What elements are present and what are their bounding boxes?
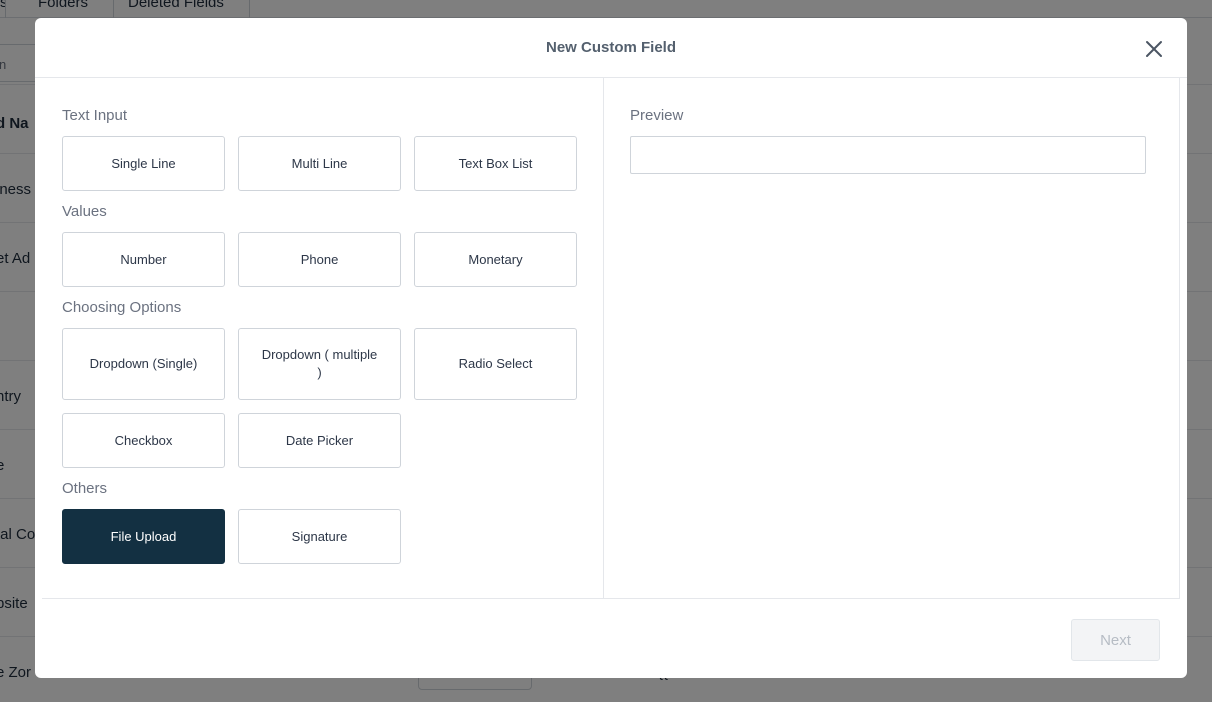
- section-label-text-input: Text Input: [62, 107, 128, 124]
- preview-label: Preview: [630, 107, 684, 124]
- option-multi-line[interactable]: Multi Line: [238, 136, 401, 191]
- option-dropdown-multiple[interactable]: Dropdown ( multiple ): [238, 328, 401, 400]
- option-dropdown-single[interactable]: Dropdown (Single): [62, 328, 225, 400]
- close-button[interactable]: [1143, 38, 1165, 60]
- option-text-box-list[interactable]: Text Box List: [414, 136, 577, 191]
- modal-body: Text Input Single Line Multi Line Text B…: [42, 78, 1180, 599]
- modal-footer: Next: [35, 600, 1187, 678]
- next-button[interactable]: Next: [1071, 619, 1160, 661]
- preview-input[interactable]: [630, 136, 1146, 174]
- modal-title: New Custom Field: [545, 39, 676, 56]
- new-custom-field-modal: New Custom Field Text Input Single Line …: [35, 18, 1187, 678]
- option-number[interactable]: Number: [62, 232, 225, 287]
- section-label-choosing-options: Choosing Options: [62, 299, 182, 316]
- preview-pane: Preview: [604, 78, 1180, 598]
- option-checkbox[interactable]: Checkbox: [62, 413, 225, 468]
- field-type-options: Text Input Single Line Multi Line Text B…: [42, 78, 604, 598]
- option-monetary[interactable]: Monetary: [414, 232, 577, 287]
- option-date-picker[interactable]: Date Picker: [238, 413, 401, 468]
- option-radio-select[interactable]: Radio Select: [414, 328, 577, 400]
- close-icon: [1146, 41, 1162, 57]
- modal-header: New Custom Field: [35, 18, 1187, 78]
- section-label-others: Others: [62, 480, 108, 497]
- option-file-upload[interactable]: File Upload: [62, 509, 225, 564]
- option-signature[interactable]: Signature: [238, 509, 401, 564]
- option-single-line[interactable]: Single Line: [62, 136, 225, 191]
- option-phone[interactable]: Phone: [238, 232, 401, 287]
- section-label-values: Values: [62, 203, 107, 220]
